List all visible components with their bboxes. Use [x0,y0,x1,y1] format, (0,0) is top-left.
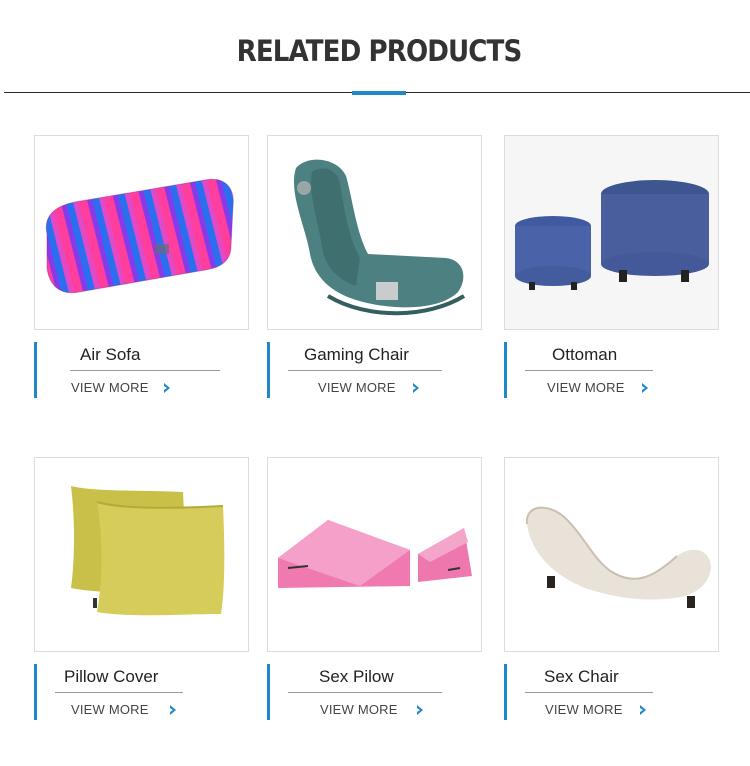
chevron-right-icon[interactable] [411,382,421,394]
product-name[interactable]: Pillow Cover [64,667,158,687]
product-name[interactable]: Air Sofa [80,345,140,365]
product-name[interactable]: Gaming Chair [304,345,409,365]
view-more-link[interactable]: VIEW MORE [71,380,149,395]
ottoman-image[interactable] [504,135,719,330]
sex-pillow-image[interactable] [267,457,482,652]
chevron-right-icon[interactable] [168,704,178,716]
card-accent-bar [504,664,507,720]
name-underline [525,692,653,693]
name-underline [288,370,442,371]
view-more-link[interactable]: VIEW MORE [545,702,623,717]
view-more-link[interactable]: VIEW MORE [71,702,149,717]
product-name[interactable]: Ottoman [552,345,617,365]
name-underline [288,692,442,693]
air-sofa-image[interactable] [34,135,249,330]
chevron-right-icon[interactable] [638,704,648,716]
view-more-link[interactable]: VIEW MORE [547,380,625,395]
name-underline [525,370,653,371]
product-name[interactable]: Sex Pilow [319,667,394,687]
chevron-right-icon[interactable] [415,704,425,716]
sex-chair-image[interactable] [504,457,719,652]
name-underline [70,370,220,371]
view-more-link[interactable]: VIEW MORE [318,380,396,395]
card-accent-bar [34,664,37,720]
pillow-cover-image[interactable] [34,457,249,652]
view-more-link[interactable]: VIEW MORE [320,702,398,717]
card-accent-bar [267,342,270,398]
card-accent-bar [267,664,270,720]
page-title: RELATED PRODUCTS [236,34,523,68]
card-accent-bar [34,342,37,398]
card-accent-bar [504,342,507,398]
name-underline [55,692,183,693]
product-name[interactable]: Sex Chair [544,667,619,687]
chevron-right-icon[interactable] [162,382,172,394]
title-accent-bar [352,91,406,95]
chevron-right-icon[interactable] [640,382,650,394]
gaming-chair-image[interactable] [267,135,482,330]
